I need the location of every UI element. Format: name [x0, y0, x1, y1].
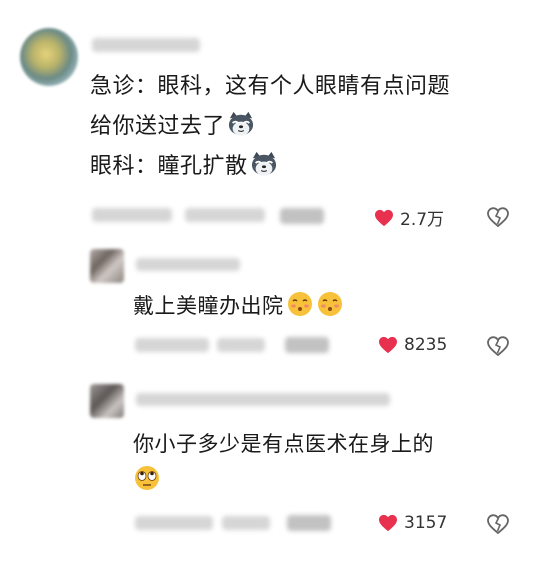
reply-reply-link[interactable]: [287, 515, 331, 531]
comment-line-3: 眼科：瞳孔扩散: [90, 150, 530, 184]
reply-like-count: 3157: [404, 513, 448, 533]
reply-username[interactable]: [136, 258, 240, 271]
commenter-avatar[interactable]: [20, 28, 78, 86]
comment-like-button[interactable]: 2.7万: [374, 205, 444, 230]
comment-line-1: 急诊：眼科，这有个人眼睛有点问题: [90, 74, 451, 99]
comment-location: [185, 208, 265, 222]
husky-dog-emoji: [228, 111, 254, 136]
reply-avatar[interactable]: [90, 249, 124, 283]
reply-reply-link[interactable]: [285, 337, 329, 353]
eye-roll-face-emoji: [135, 466, 159, 490]
reply-timestamp: [135, 338, 209, 352]
embarrassed-face-emoji: [287, 292, 312, 316]
reply-text: 你小子多少是有点医术在身上的: [133, 428, 523, 496]
reply-like-button[interactable]: 8235: [378, 335, 447, 355]
heart-icon: [379, 514, 397, 532]
reply-like-count: 8235: [404, 335, 448, 355]
husky-dog-emoji: [251, 151, 276, 176]
dislike-icon[interactable]: [486, 513, 510, 535]
reply-like-button[interactable]: 3157: [378, 513, 447, 533]
comment-like-count: 2.7万: [400, 210, 445, 230]
comment-line-2: 给你送过去了: [90, 110, 530, 144]
dislike-icon[interactable]: [486, 335, 510, 357]
heart-icon: [379, 336, 397, 354]
embarrassed-face-emoji: [317, 292, 342, 316]
reply-username[interactable]: [136, 393, 390, 406]
reply-avatar[interactable]: [90, 384, 124, 418]
dislike-icon[interactable]: [486, 206, 510, 228]
reply-timestamp: [135, 516, 213, 530]
comment-timestamp: [92, 208, 172, 222]
comment-reply-link[interactable]: [280, 208, 324, 224]
reply-text: 戴上美瞳办出院: [133, 290, 344, 322]
heart-icon: [375, 209, 393, 226]
reply-location: [222, 516, 270, 530]
comment-text: 急诊：眼科，这有个人眼睛有点问题 给你送过去了 眼科：瞳孔扩散: [90, 70, 530, 184]
commenter-username[interactable]: [92, 38, 200, 52]
reply-location: [217, 338, 265, 352]
